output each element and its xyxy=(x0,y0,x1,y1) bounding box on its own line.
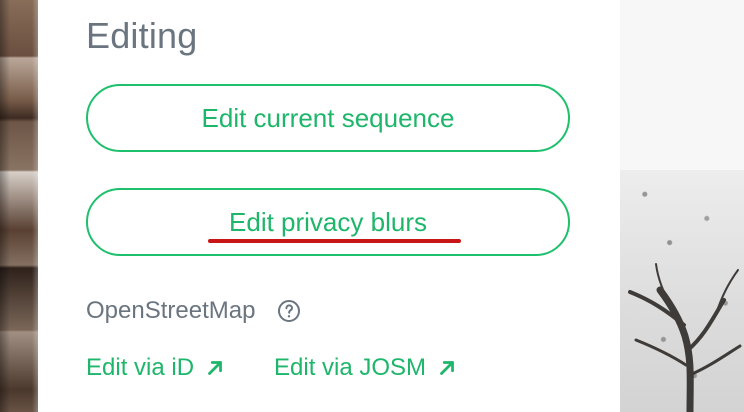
edit-privacy-blurs-label: Edit privacy blurs xyxy=(229,207,427,237)
openstreetmap-label: OpenStreetMap xyxy=(86,297,256,324)
help-circle-icon[interactable] xyxy=(277,299,301,323)
edit-via-josm-label: Edit via JOSM xyxy=(274,354,427,381)
left-photo-preview xyxy=(0,0,38,412)
screen-root: Editing Edit current sequence Edit priva… xyxy=(0,0,744,412)
edit-via-josm-link[interactable]: Edit via JOSM xyxy=(274,352,458,384)
editing-heading: Editing xyxy=(86,15,198,56)
edit-current-sequence-button[interactable]: Edit current sequence xyxy=(86,84,570,152)
tree-branches xyxy=(628,263,742,412)
red-underline-annotation xyxy=(208,239,461,243)
edit-via-id-link[interactable]: Edit via iD xyxy=(86,352,226,384)
edit-privacy-blurs-button[interactable]: Edit privacy blurs xyxy=(86,188,570,256)
edit-current-sequence-label: Edit current sequence xyxy=(201,103,455,133)
editing-panel: Editing Edit current sequence Edit priva… xyxy=(38,0,620,412)
right-photo-preview xyxy=(620,0,744,412)
edit-via-id-label: Edit via iD xyxy=(86,354,195,381)
arrow-up-right-icon xyxy=(204,357,226,379)
arrow-up-right-icon xyxy=(436,357,458,379)
openstreetmap-row: OpenStreetMap xyxy=(86,294,301,328)
